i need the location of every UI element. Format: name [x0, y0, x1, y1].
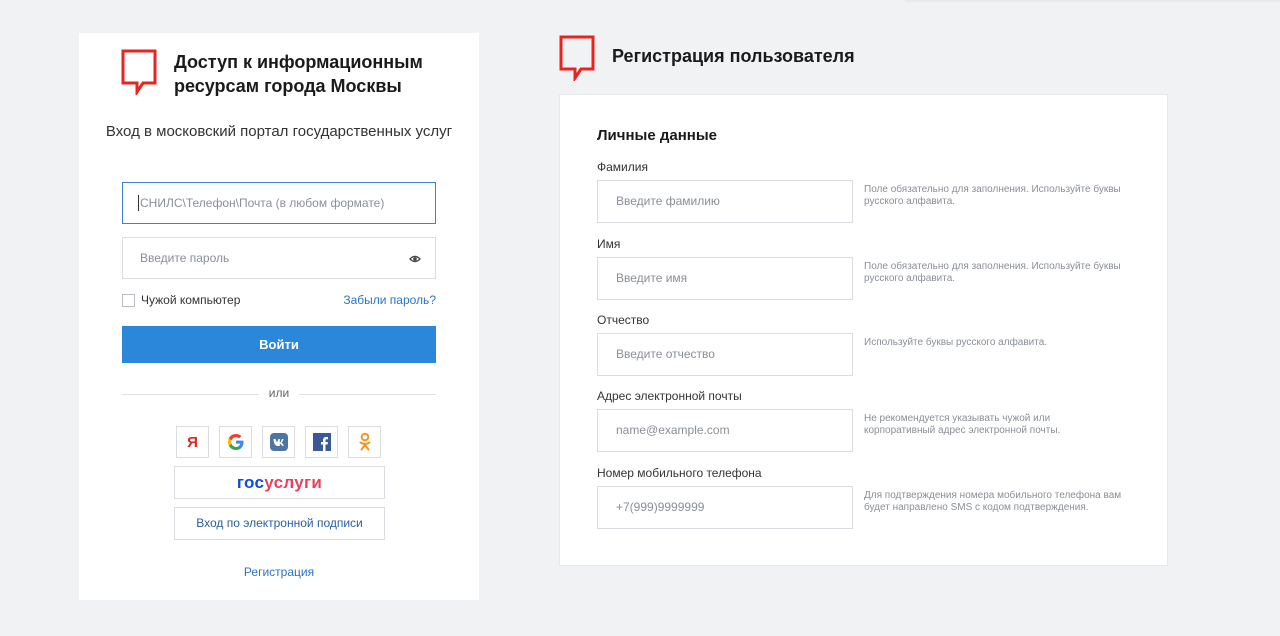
foreign-computer-option[interactable]: Чужой компьютер	[122, 292, 240, 308]
facebook-login-button[interactable]	[305, 426, 338, 458]
email-input[interactable]: name@example.com	[597, 409, 853, 452]
facebook-icon	[306, 427, 337, 457]
registration-title: Регистрация пользователя	[612, 46, 855, 66]
middle-name-input[interactable]: Введите отчество	[597, 333, 853, 376]
yandex-login-button[interactable]: Я	[176, 426, 209, 458]
email-placeholder: name@example.com	[616, 423, 730, 437]
first-name-label: Имя	[597, 237, 621, 251]
login-input-placeholder: СНИЛС\Телефон\Почта (в любом формате)	[140, 196, 385, 210]
email-label: Адрес электронной почты	[597, 389, 742, 403]
moscow-logo-icon	[559, 35, 595, 81]
google-login-button[interactable]	[219, 426, 252, 458]
esign-login-button[interactable]: Вход по электронной подписи	[174, 507, 385, 540]
foreign-computer-label: Чужой компьютер	[141, 293, 241, 307]
login-subtitle: Вход в московский портал государственных…	[105, 123, 453, 140]
gosuslugi-login-button[interactable]: госуслуги	[174, 466, 385, 499]
yandex-icon: Я	[187, 433, 198, 451]
first-name-hint: Поле обязательно для заполнения. Использ…	[864, 261, 1121, 284]
login-title: Доступ к информационным ресурсам города …	[174, 52, 423, 96]
middle-name-label: Отчество	[597, 313, 650, 327]
registration-card: Личные данные Фамилия Введите фамилию По…	[559, 94, 1168, 566]
password-input[interactable]: Введите пароль	[122, 237, 436, 279]
last-name-input[interactable]: Введите фамилию	[597, 180, 853, 223]
eye-icon[interactable]	[409, 252, 421, 264]
phone-placeholder: +7(999)9999999	[616, 500, 705, 514]
gosuslugi-logo-gos: гос	[236, 473, 265, 492]
top-strip	[905, 0, 1280, 2]
vk-icon	[263, 427, 294, 457]
google-icon	[220, 427, 251, 457]
foreign-computer-checkbox[interactable]	[122, 293, 135, 307]
register-link[interactable]: Регистрация	[79, 565, 479, 579]
vk-login-button[interactable]	[262, 426, 295, 458]
divider-right	[299, 394, 436, 395]
odnoklassniki-login-button[interactable]	[348, 426, 381, 458]
last-name-placeholder: Введите фамилию	[616, 194, 720, 208]
phone-hint: Для подтверждения номера мобильного теле…	[864, 490, 1122, 513]
login-input[interactable]: СНИЛС\Телефон\Почта (в любом формате)	[122, 182, 436, 224]
email-hint: Не рекомендуется указывать чужой или кор…	[864, 413, 1061, 436]
phone-input[interactable]: +7(999)9999999	[597, 486, 853, 529]
middle-name-placeholder: Введите отчество	[616, 347, 715, 361]
social-login-buttons: Я	[176, 426, 381, 458]
moscow-logo-icon	[121, 49, 157, 95]
login-card: Доступ к информационным ресурсам города …	[79, 33, 479, 600]
first-name-placeholder: Введите имя	[616, 271, 688, 285]
last-name-label: Фамилия	[597, 160, 648, 174]
last-name-hint: Поле обязательно для заполнения. Использ…	[864, 184, 1121, 207]
first-name-input[interactable]: Введите имя	[597, 257, 853, 300]
odnoklassniki-icon	[349, 427, 380, 457]
personal-data-title: Личные данные	[597, 127, 717, 144]
gosuslugi-logo-uslugi: услуги	[264, 473, 323, 492]
divider-label: или	[268, 386, 290, 400]
middle-name-hint: Используйте буквы русского алфавита.	[864, 337, 1048, 348]
phone-label: Номер мобильного телефона	[597, 466, 762, 480]
login-button[interactable]: Войти	[122, 326, 436, 363]
password-input-placeholder: Введите пароль	[140, 251, 230, 265]
text-caret	[138, 195, 139, 211]
forgot-password-link[interactable]: Забыли пароль?	[343, 292, 436, 308]
